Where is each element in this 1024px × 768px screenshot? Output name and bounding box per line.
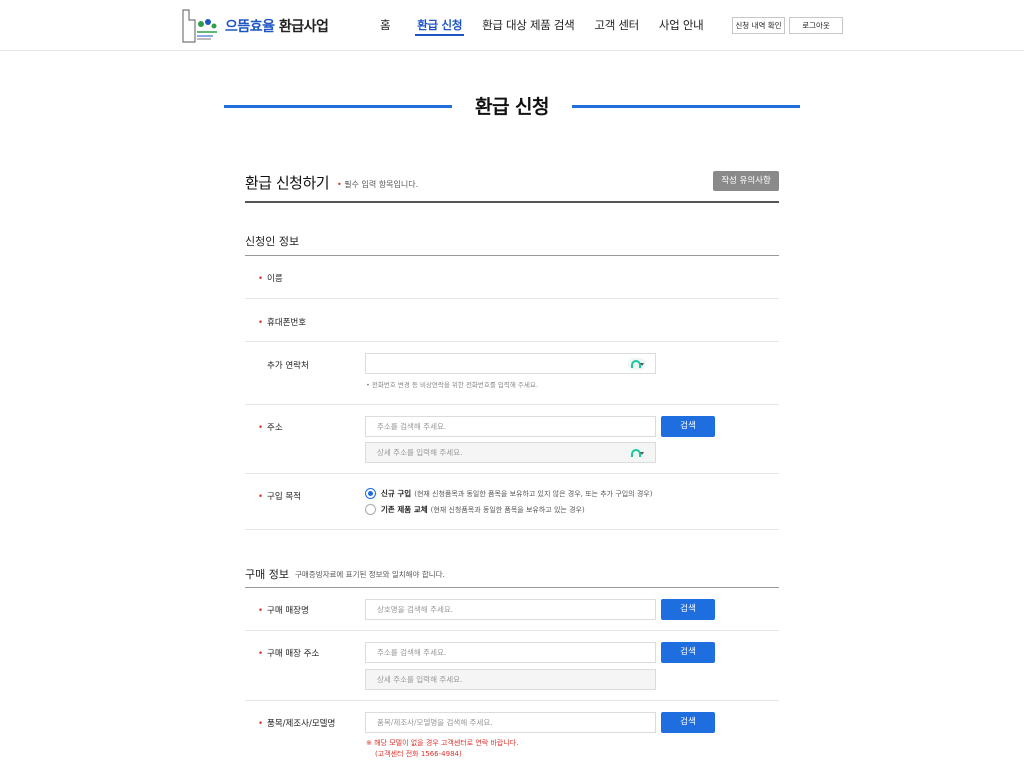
purchase-divider: [245, 587, 779, 588]
nav-business-info[interactable]: 사업 안내: [659, 0, 704, 50]
store-search-button[interactable]: 검색: [661, 599, 715, 620]
nav-product-search[interactable]: 환급 대상 제품 검색: [482, 0, 575, 50]
site-logo[interactable]: 으뜸효율 환급사업: [181, 8, 329, 44]
store-address-search-button[interactable]: 검색: [661, 642, 715, 663]
logout-button[interactable]: 로그아웃: [789, 17, 843, 34]
applicant-divider: [245, 255, 779, 256]
logo-wordmark: 으뜸효율 환급사업: [225, 16, 329, 36]
row-divider: [245, 298, 779, 299]
store-label: • 구매 매장명: [258, 606, 309, 616]
purpose-option-new[interactable]: 신규 구입 (현재 신청품목과 동일한 품목을 보유하고 있지 않은 경우, 또…: [365, 488, 652, 499]
store-address-label: • 구매 매장 주소: [258, 649, 320, 659]
required-note-text: 필수 입력 항목입니다.: [344, 180, 419, 189]
model-input[interactable]: 품목/제조사/모델명을 검색해 주세요.: [365, 712, 656, 733]
page-title: 환급 신청: [474, 96, 550, 118]
row-divider: [245, 341, 779, 342]
site-header: 으뜸효율 환급사업 홈 환급 신청 환급 대상 제품 검색 고객 센터 사업 안…: [0, 0, 1024, 51]
purchase-section-subtitle: 구매증빙자료에 표기된 정보와 일치해야 합니다.: [295, 570, 445, 579]
extra-contact-hint: • 전화번호 변경 등 비상연락을 위한 전화번호를 입력해 주세요.: [366, 381, 538, 389]
extra-contact-input[interactable]: [365, 353, 656, 374]
model-warning: ※ 해당 모델이 없을 경우 고객센터로 연락 바랍니다.: [366, 739, 519, 747]
row-divider: [245, 700, 779, 701]
purpose-option-replace[interactable]: 기존 제품 교체 (현재 신청품목과 동일한 품목을 보유하고 있는 경우): [365, 504, 585, 515]
radio-new-selected[interactable]: [365, 488, 376, 499]
required-dot: •: [337, 180, 342, 189]
purchase-section-title: 구매 정보: [245, 568, 289, 581]
row-divider: [245, 473, 779, 474]
main-nav: 홈 환급 신청 환급 대상 제품 검색 고객 센터 사업 안내: [370, 0, 723, 50]
title-divider-left: [224, 105, 452, 108]
phone-label: • 휴대폰번호: [258, 318, 307, 328]
applicant-section-title: 신청인 정보: [245, 235, 300, 248]
nav-refund-apply[interactable]: 환급 신청: [415, 0, 464, 50]
store-address-input[interactable]: 주소를 검색해 주세요.: [365, 642, 656, 663]
purpose-label: • 구입 목적: [258, 492, 301, 502]
nav-customer-center[interactable]: 고객 센터: [594, 0, 639, 50]
customer-center-phone: (고객센터 전화 1566-4984): [375, 750, 462, 758]
address-detail-input[interactable]: 상세 주소를 입력해 주세요.: [365, 442, 656, 463]
store-input[interactable]: 상호명을 검색해 주세요.: [365, 599, 656, 620]
store-address-detail-input[interactable]: 상세 주소를 입력해 주세요.: [365, 669, 656, 690]
logo-sub-text: 환급사업: [278, 19, 329, 35]
form-title: 환급 신청하기: [245, 174, 330, 192]
application-history-button[interactable]: 신청 내역 확인: [732, 17, 785, 34]
logo-emblem-icon: [181, 8, 219, 44]
address-label: • 주소: [258, 423, 283, 433]
title-divider-right: [572, 105, 800, 108]
nav-home[interactable]: 홈: [380, 0, 391, 50]
row-divider: [245, 404, 779, 405]
row-divider: [245, 630, 779, 631]
address-search-button[interactable]: 검색: [661, 416, 715, 437]
required-note: • 필수 입력 항목입니다.: [337, 179, 418, 190]
form-divider: [245, 201, 779, 203]
logo-main-text: 으뜸효율: [225, 19, 275, 35]
model-search-button[interactable]: 검색: [661, 712, 715, 733]
address-input[interactable]: 주소를 검색해 주세요.: [365, 416, 656, 437]
writing-guide-button[interactable]: 작성 유의사항: [713, 171, 779, 191]
name-label: • 이름: [258, 274, 283, 284]
radio-replace[interactable]: [365, 504, 376, 515]
address-dropdown-icon[interactable]: [628, 447, 646, 459]
carrier-dropdown-icon[interactable]: [628, 358, 646, 370]
extra-contact-label: 추가 연락처: [267, 361, 309, 371]
row-divider: [245, 529, 779, 530]
model-label: • 품목/제조사/모델명: [258, 719, 336, 729]
